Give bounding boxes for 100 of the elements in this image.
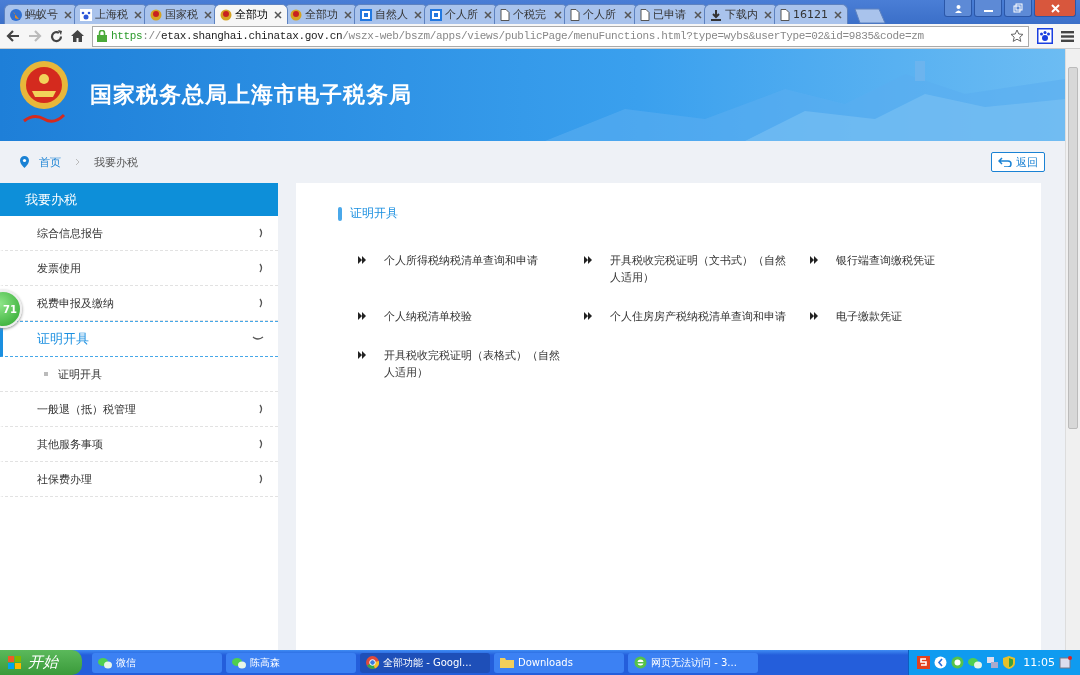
service-link[interactable]: 电子缴款凭证	[836, 308, 1021, 325]
user-button[interactable]	[944, 0, 972, 17]
close-icon[interactable]	[204, 10, 212, 19]
tax-icon	[360, 8, 372, 21]
sidebar-subitem[interactable]: 证明开具	[0, 357, 278, 392]
chevron-right-icon	[75, 158, 80, 166]
service-link[interactable]: 个人纳税清单校验	[384, 308, 569, 325]
service-link[interactable]: 开具税收完税证明（文书式）（自然人适用）	[610, 252, 795, 286]
close-icon	[1050, 3, 1060, 13]
chevron-right-icon	[259, 228, 264, 238]
close-icon[interactable]	[764, 10, 772, 19]
restore-button[interactable]	[1004, 0, 1032, 17]
sidebar-item[interactable]: 社保费办理	[37, 462, 264, 496]
emblem-icon	[220, 8, 232, 21]
double-chevron-icon	[358, 312, 366, 320]
tax-icon	[430, 8, 442, 21]
close-icon[interactable]	[484, 10, 492, 19]
close-icon[interactable]	[694, 10, 702, 19]
page-icon	[780, 8, 790, 21]
close-icon[interactable]	[624, 10, 632, 19]
close-icon[interactable]	[344, 10, 352, 19]
breadcrumb-current: 我要办税	[94, 154, 138, 170]
browser-tab[interactable]: 全部功	[214, 4, 288, 24]
close-button[interactable]	[1034, 0, 1076, 17]
minimize-icon	[983, 9, 993, 12]
chevron-right-icon	[259, 263, 264, 273]
minimize-button[interactable]	[974, 0, 1002, 17]
bullet-icon	[44, 372, 48, 376]
browser-e-icon	[634, 656, 647, 669]
chrome-icon	[366, 656, 379, 669]
taskbar-item[interactable]: 网页无法访问 - 3...	[628, 652, 758, 673]
site-title: 国家税务总局上海市电子税务局	[90, 81, 412, 109]
new-tab-button[interactable]	[852, 8, 886, 24]
service-link[interactable]: 个人所得税纳税清单查询和申请	[384, 252, 569, 286]
sidebar-item[interactable]: 税费申报及缴纳	[37, 286, 264, 320]
service-link[interactable]: 个人住房房产税纳税清单查询和申请	[610, 308, 795, 325]
page-icon	[640, 8, 650, 21]
chat-bubbles-icon	[232, 656, 246, 669]
user-icon	[953, 3, 963, 13]
emblem-icon	[290, 8, 302, 21]
input-method-icon[interactable]	[917, 656, 931, 669]
close-icon[interactable]	[274, 10, 282, 19]
browser-tab[interactable]: 全部功	[284, 4, 358, 24]
double-chevron-icon	[584, 312, 592, 320]
page-icon	[570, 8, 580, 21]
taskbar-item[interactable]: 微信	[92, 652, 222, 673]
home-icon[interactable]	[71, 30, 84, 42]
browser-tab[interactable]: 个税完	[494, 4, 568, 24]
double-chevron-icon	[584, 256, 592, 264]
menu-icon[interactable]	[1061, 30, 1074, 42]
chat-bubbles-icon[interactable]	[968, 656, 983, 669]
taskbar-item[interactable]: 陈高森	[226, 652, 356, 673]
address-field[interactable]: https://etax.shanghai.chinatax.gov.cn/wszx-web/bszm/apps/views/publicPage/menuFunctions.html?type=wybs&userType=02&id=9835&code=zm	[92, 25, 1029, 47]
double-chevron-icon	[810, 312, 818, 320]
windows-logo-icon	[8, 656, 22, 669]
service-link[interactable]: 银行端查询缴税凭证	[836, 252, 1021, 286]
browser-tab[interactable]: 16121	[774, 4, 848, 24]
service-link[interactable]: 开具税收完税证明（表格式）（自然人适用）	[384, 347, 569, 381]
sidebar-item[interactable]: 发票使用	[37, 251, 264, 285]
chevron-right-icon	[259, 439, 264, 449]
scrollbar[interactable]	[1065, 49, 1080, 650]
chevron-right-icon	[259, 298, 264, 308]
chevron-right-icon	[259, 474, 264, 484]
paw-icon	[80, 8, 92, 21]
close-icon[interactable]	[834, 10, 842, 19]
double-chevron-icon	[810, 256, 818, 264]
section-title: 证明开具	[350, 205, 398, 222]
taskbar-item[interactable]: 全部功能 - Googl...	[360, 652, 490, 673]
chevron-down-icon	[252, 336, 264, 342]
clock: 11:05	[1023, 656, 1055, 669]
location-pin-icon	[20, 156, 29, 168]
return-arrow-icon	[998, 157, 1012, 167]
double-chevron-icon	[358, 256, 366, 264]
close-icon[interactable]	[64, 10, 72, 19]
network-icon[interactable]	[986, 656, 1000, 669]
collapse-icon[interactable]	[934, 656, 948, 669]
folder-icon	[500, 657, 514, 668]
browser-e-icon[interactable]	[951, 656, 965, 669]
lock-icon	[97, 30, 107, 42]
globe-icon	[10, 8, 22, 21]
sidebar-item[interactable]: 其他服务事项	[37, 427, 264, 461]
emblem-icon	[150, 8, 162, 21]
taskbar-item[interactable]: Downloads	[494, 652, 624, 673]
notification-icon[interactable]	[1059, 656, 1072, 669]
back-button[interactable]: 返回	[991, 152, 1045, 172]
star-icon[interactable]	[1010, 29, 1024, 43]
back-icon[interactable]	[6, 30, 20, 42]
chat-bubbles-icon	[98, 656, 112, 669]
sidebar-item[interactable]: 一般退（抵）税管理	[37, 392, 264, 426]
download-icon	[710, 8, 722, 21]
home-link[interactable]: 首页	[39, 154, 61, 170]
close-icon[interactable]	[414, 10, 422, 19]
sidebar-item[interactable]: 综合信息报告	[37, 216, 264, 250]
close-icon[interactable]	[134, 10, 142, 19]
paw-icon[interactable]	[1037, 28, 1053, 44]
sidebar-title: 我要办税	[0, 183, 278, 216]
page-icon	[500, 8, 510, 21]
close-icon[interactable]	[554, 10, 562, 19]
chevron-right-icon	[259, 404, 264, 414]
reload-icon[interactable]	[50, 29, 63, 43]
